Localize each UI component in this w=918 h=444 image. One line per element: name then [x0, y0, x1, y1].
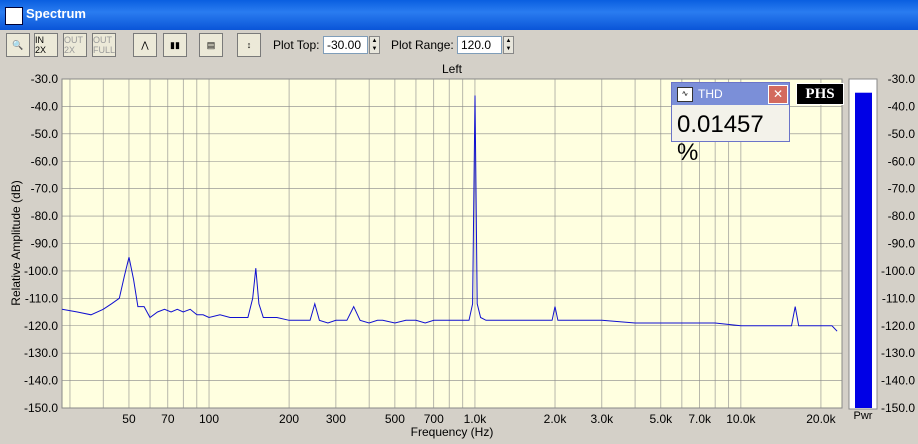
thd-title: THD: [698, 87, 723, 101]
pwr-tick-label: -90.0: [888, 237, 916, 251]
thd-close-button[interactable]: ✕: [768, 85, 788, 104]
line-graph-icon: ⋀: [141, 39, 149, 50]
zoom-in-2x-button[interactable]: IN 2X: [34, 33, 58, 57]
y-tick-label: -60.0: [31, 154, 59, 168]
thd-title-bar[interactable]: ∿ THD ✕: [672, 83, 789, 105]
pwr-label: Pwr: [854, 410, 873, 422]
panel-icon: ▤: [206, 39, 216, 50]
pwr-tick-label: -120.0: [881, 319, 915, 333]
waveform-icon: ∿: [677, 87, 693, 102]
thd-value: 0.01457 %: [677, 111, 764, 166]
pwr-tick-label: -40.0: [888, 99, 916, 113]
y-tick-label: -100.0: [24, 264, 58, 278]
y-tick-label: -140.0: [24, 374, 58, 388]
pwr-tick-label: -60.0: [888, 154, 916, 168]
pwr-tick-label: -140.0: [881, 374, 915, 388]
pwr-tick-label: -100.0: [881, 264, 915, 278]
plot-range-label: Plot Range:: [391, 38, 454, 52]
zoom-in-icon: IN 2X: [35, 35, 47, 55]
x-tick-label: 200: [279, 412, 299, 426]
settings-panel-button[interactable]: ▤: [199, 33, 223, 57]
y-tick-label: -30.0: [31, 72, 59, 86]
pwr-meter-bar: [855, 92, 872, 409]
bar-graph-icon: ▮▮: [170, 39, 180, 50]
y-tick-label: -110.0: [25, 291, 58, 305]
y-tick-label: -80.0: [31, 209, 59, 223]
pwr-tick-label: -110.0: [882, 291, 915, 305]
x-axis-label: Frequency (Hz): [411, 425, 494, 439]
x-tick-label: 300: [326, 412, 346, 426]
plot-top-input[interactable]: -30.00: [323, 36, 368, 54]
toolbar: 🔍 IN 2X OUT 2X OUT FULL ⋀ ▮▮ ▤ ↕ Plot To…: [0, 30, 918, 60]
y-tick-label: -40.0: [31, 99, 59, 113]
plot-top-spinner[interactable]: ▲ ▼: [369, 36, 380, 54]
zoom-button[interactable]: 🔍: [6, 33, 30, 57]
zoom-out-icon: OUT 2X: [64, 35, 83, 55]
x-tick-label: 700: [424, 412, 444, 426]
x-tick-label: 500: [385, 412, 405, 426]
magnifier-icon: 🔍: [12, 39, 24, 50]
plot-top-label: Plot Top:: [273, 38, 320, 52]
x-tick-label: 7.0k: [688, 412, 712, 426]
window-title: Spectrum: [26, 6, 86, 21]
y-tick-label: -130.0: [24, 346, 58, 360]
x-tick-label: 2.0k: [544, 412, 568, 426]
bar-graph-button[interactable]: ▮▮: [163, 33, 187, 57]
pwr-tick-label: -70.0: [888, 182, 916, 196]
x-tick-label: 50: [122, 412, 136, 426]
zoom-full-icon: OUT FULL: [93, 35, 116, 55]
title-bar: Spectrum: [0, 0, 918, 30]
plot-range-spinner[interactable]: ▲ ▼: [503, 36, 514, 54]
y-tick-label: -50.0: [31, 127, 59, 141]
y-tick-label: -70.0: [31, 182, 59, 196]
pwr-tick-label: -150.0: [881, 401, 915, 415]
zoom-out-full-button[interactable]: OUT FULL: [92, 33, 116, 57]
thd-window[interactable]: ∿ THD ✕ 0.01457 %: [671, 82, 790, 166]
x-tick-label: 100: [199, 412, 219, 426]
pwr-tick-label: -130.0: [881, 346, 915, 360]
x-tick-label: 1.0k: [464, 412, 488, 426]
phs-logo: PHS: [796, 83, 844, 105]
chart-title: Left: [442, 62, 463, 76]
vertical-arrows-icon: ↕: [246, 40, 252, 50]
close-icon: ✕: [772, 87, 784, 101]
x-tick-label: 20.0k: [806, 412, 836, 426]
y-tick-label: -120.0: [24, 319, 58, 333]
x-tick-label: 10.0k: [726, 412, 756, 426]
pwr-tick-label: -50.0: [888, 127, 916, 141]
auto-scale-button[interactable]: ↕: [237, 33, 261, 57]
y-tick-label: -150.0: [24, 401, 58, 415]
spectrum-app-icon: [5, 7, 23, 25]
plot-range-input[interactable]: 120.0: [457, 36, 502, 54]
x-tick-label: 70: [161, 412, 175, 426]
zoom-out-2x-button[interactable]: OUT 2X: [63, 33, 87, 57]
y-tick-label: -90.0: [31, 237, 59, 251]
pwr-tick-label: -80.0: [888, 209, 916, 223]
y-axis-label: Relative Amplitude (dB): [9, 180, 23, 305]
pwr-tick-label: -30.0: [888, 72, 916, 86]
x-tick-label: 3.0k: [590, 412, 614, 426]
line-graph-button[interactable]: ⋀: [133, 33, 157, 57]
x-tick-label: 5.0k: [649, 412, 673, 426]
